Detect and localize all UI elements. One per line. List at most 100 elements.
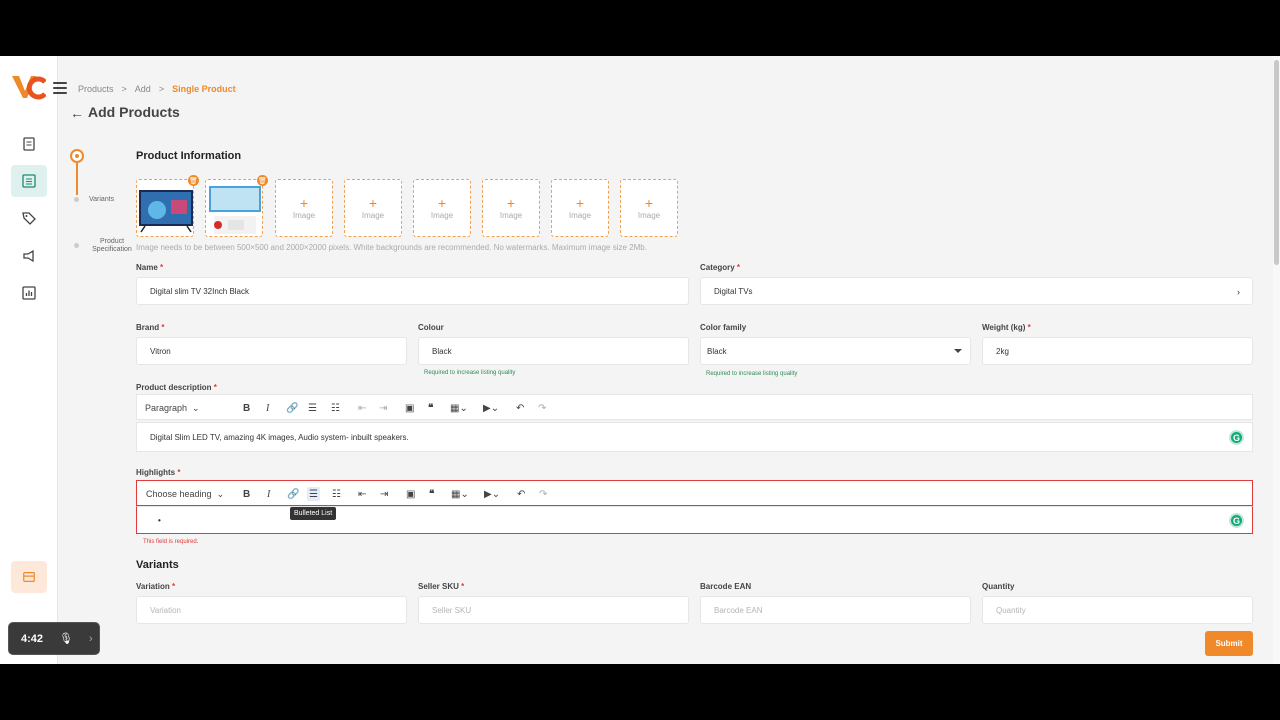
description-editor[interactable]: Digital Slim LED TV, amazing 4K images, …: [136, 422, 1253, 452]
italic-button[interactable]: I: [266, 401, 269, 415]
image-upload-slot[interactable]: + Image: [275, 179, 333, 237]
indent-icon[interactable]: ⇥: [379, 401, 387, 415]
seller-sku-input[interactable]: Seller SKU: [418, 596, 689, 624]
variants-title: Variants: [136, 559, 179, 571]
step-current-indicator: [70, 149, 84, 163]
page-scrollbar[interactable]: [1273, 56, 1280, 664]
step-dot: [74, 243, 79, 248]
breadcrumb-separator: >: [158, 84, 165, 94]
category-select[interactable]: Digital TVs ›: [700, 277, 1253, 305]
page-title: Add Products: [88, 104, 180, 120]
link-icon[interactable]: 🔗: [286, 401, 298, 415]
variation-input[interactable]: Variation: [136, 596, 407, 624]
italic-button[interactable]: I: [267, 487, 270, 501]
product-image-1[interactable]: [136, 179, 194, 237]
media-embed-icon[interactable]: ▶⌄: [483, 401, 499, 415]
quantity-input[interactable]: Quantity: [982, 596, 1253, 624]
delete-image-1-icon[interactable]: 🗑: [188, 175, 199, 186]
breadcrumb-add[interactable]: Add: [135, 84, 151, 94]
image-insert-icon[interactable]: ▣: [405, 401, 414, 415]
step-product-specification[interactable]: Product Specification: [89, 238, 135, 254]
table-icon[interactable]: ▦⌄: [451, 487, 469, 501]
blockquote-icon[interactable]: ❝: [428, 401, 433, 415]
highlights-toolbar: Choose heading ⌄ B I 🔗 ☰ ☷ ⇤ ⇥ ▣ ❝ ▦⌄ ▶⌄…: [136, 480, 1253, 506]
bold-button[interactable]: B: [243, 487, 250, 501]
undo-icon[interactable]: ↶: [517, 487, 525, 501]
weight-input[interactable]: 2kg: [982, 337, 1253, 365]
color-family-help-text: Required to increase listing quality: [706, 371, 798, 377]
barcode-ean-input[interactable]: Barcode EAN: [700, 596, 971, 624]
product-image-2[interactable]: [205, 179, 263, 237]
image-insert-icon[interactable]: ▣: [406, 487, 415, 501]
image-upload-slot[interactable]: + Image: [413, 179, 471, 237]
image-slot-label: Image: [361, 210, 385, 220]
color-family-select[interactable]: Black: [700, 337, 971, 365]
seller-sku-label: Seller SKU *: [418, 582, 465, 591]
chevron-right-icon: ›: [1237, 287, 1240, 297]
app-window: Products > Add > Single Product ← Add Pr…: [0, 56, 1280, 664]
sidebar-item-store[interactable]: [11, 561, 47, 593]
description-content: Digital Slim LED TV, amazing 4K images, …: [150, 432, 409, 442]
chart-icon: [22, 286, 36, 300]
image-upload-slot[interactable]: + Image: [620, 179, 678, 237]
sidebar-item-marketing[interactable]: [11, 240, 47, 272]
image-upload-slot[interactable]: + Image: [344, 179, 402, 237]
megaphone-icon: [23, 249, 34, 263]
bulleted-list-icon[interactable]: ☰: [308, 401, 317, 415]
sidebar-item-orders[interactable]: [11, 128, 47, 160]
breadcrumb-products[interactable]: Products: [78, 84, 114, 94]
hamburger-menu-icon[interactable]: [53, 82, 67, 94]
plus-icon: +: [506, 194, 516, 211]
plus-icon: +: [437, 194, 447, 211]
bulleted-list-tooltip: Bulleted List: [290, 507, 337, 520]
numbered-list-icon[interactable]: ☷: [332, 487, 341, 501]
brand-label: Brand *: [136, 323, 165, 332]
chevron-down-icon: [954, 349, 962, 353]
outdent-icon[interactable]: ⇤: [358, 487, 366, 501]
name-input[interactable]: Digital slim TV 32Inch Black: [136, 277, 689, 305]
media-embed-icon[interactable]: ▶⌄: [484, 487, 500, 501]
chevron-right-icon[interactable]: ›: [89, 633, 93, 645]
undo-icon[interactable]: ↶: [516, 401, 524, 415]
outdent-icon[interactable]: ⇤: [358, 401, 366, 415]
sidebar-item-promotions[interactable]: [11, 202, 47, 234]
indent-icon[interactable]: ⇥: [380, 487, 388, 501]
plus-icon: +: [644, 194, 654, 211]
letterbox-bottom: [0, 664, 1280, 720]
document-icon: [23, 137, 35, 151]
table-icon[interactable]: ▦⌄: [450, 401, 468, 415]
heading-select[interactable]: Choose heading ⌄: [146, 487, 224, 501]
colour-input[interactable]: Black: [418, 337, 689, 365]
heading-select[interactable]: Paragraph ⌄: [145, 401, 200, 415]
sidebar-item-reports[interactable]: [11, 277, 47, 309]
colour-label: Colour: [418, 323, 444, 332]
link-icon[interactable]: 🔗: [287, 487, 299, 501]
breadcrumb: Products > Add > Single Product: [78, 84, 236, 94]
sidebar-item-products[interactable]: [11, 165, 47, 197]
redo-icon[interactable]: ↷: [538, 401, 546, 415]
step-progress-line: [76, 163, 78, 195]
step-dot: [74, 197, 79, 202]
image-upload-slot[interactable]: + Image: [551, 179, 609, 237]
product-information-title: Product Information: [136, 150, 242, 162]
colour-help-text: Required to increase listing quality: [424, 370, 516, 376]
step-variants[interactable]: Variants: [89, 196, 114, 204]
bulleted-list-icon[interactable]: ☰: [307, 487, 320, 501]
delete-image-2-icon[interactable]: 🗑: [257, 175, 268, 186]
grammarly-icon[interactable]: G: [1229, 513, 1244, 528]
recorder-time: 4:42: [21, 632, 44, 645]
image-upload-slot[interactable]: + Image: [482, 179, 540, 237]
brand-input[interactable]: Vitron: [136, 337, 407, 365]
bold-button[interactable]: B: [243, 401, 250, 415]
submit-button[interactable]: Submit: [1205, 631, 1253, 656]
scrollbar-thumb[interactable]: [1274, 60, 1279, 265]
numbered-list-icon[interactable]: ☷: [331, 401, 340, 415]
grammarly-icon[interactable]: G: [1229, 430, 1244, 445]
tv-thumbnail: [139, 190, 193, 233]
name-label: Name *: [136, 263, 164, 272]
redo-icon[interactable]: ↷: [539, 487, 547, 501]
color-family-label: Color family: [700, 323, 747, 332]
back-arrow-icon[interactable]: ←: [70, 105, 84, 121]
microphone-icon[interactable]: 🎙: [59, 632, 73, 645]
blockquote-icon[interactable]: ❝: [429, 487, 434, 501]
